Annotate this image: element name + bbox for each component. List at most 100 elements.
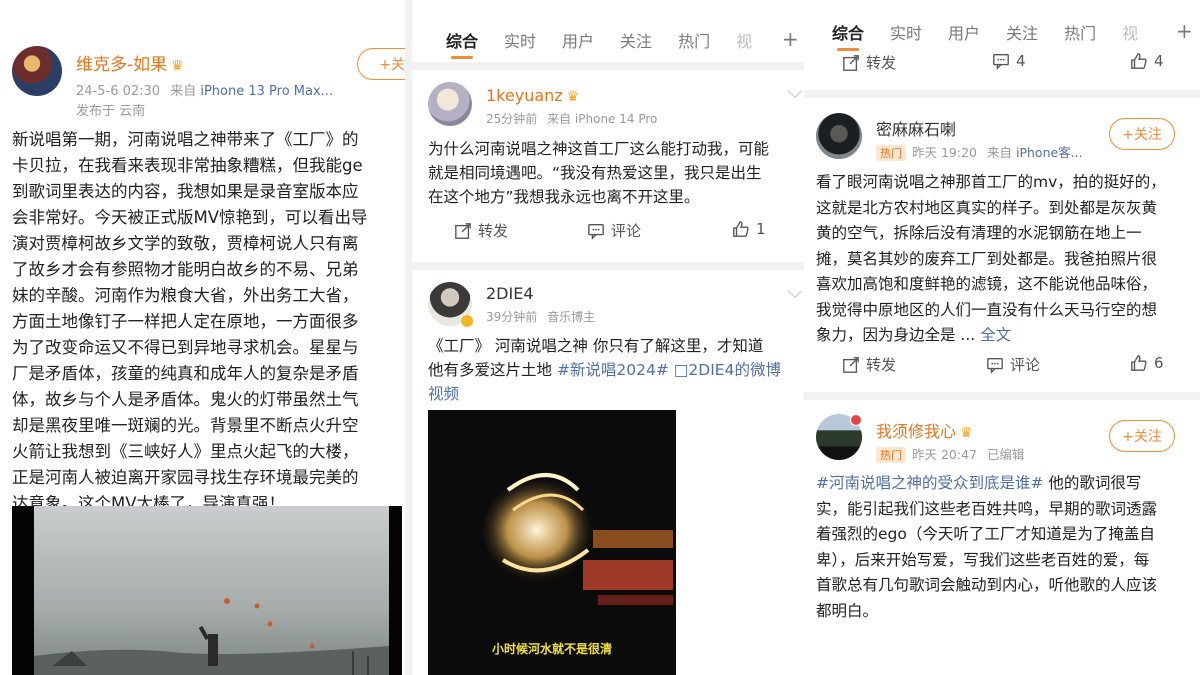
user-name[interactable]: 维克多-如果 ♛ xyxy=(76,50,184,75)
tab-users[interactable]: 用户 xyxy=(562,28,594,52)
follow-button[interactable]: +关注 xyxy=(1109,118,1175,150)
hot-badge: 热门 xyxy=(876,145,906,161)
post-meta: 24-5-6 02:30 来自 iPhone 13 Pro Max... xyxy=(76,80,333,99)
repost-button[interactable]: 转发 xyxy=(842,52,896,73)
tab-video[interactable]: 视 xyxy=(736,28,752,52)
like-count: 6 xyxy=(1154,354,1164,372)
post-line: 卡贝拉，在我看来表现非常抽象糟糕，但我能ge xyxy=(12,156,363,175)
user-role: 音乐博主 xyxy=(547,310,596,324)
user-name-text[interactable]: 我须修我心 xyxy=(876,422,956,441)
tab-following[interactable]: 关注 xyxy=(1006,20,1038,44)
add-tab-icon[interactable]: + xyxy=(782,27,799,51)
follow-button[interactable]: +关 xyxy=(357,48,405,80)
top-strip xyxy=(412,0,804,10)
user-name-text[interactable]: 密麻麻石喇 xyxy=(876,120,956,139)
comment-count: 4 xyxy=(1016,52,1026,70)
read-more-link[interactable]: 全文 xyxy=(980,326,1011,344)
post-line: 他有多爱这片土地 #新说唱2024# □2DIE4的微博 xyxy=(428,358,804,382)
tab-hot[interactable]: 热门 xyxy=(1064,20,1096,44)
repost-label: 转发 xyxy=(478,222,509,240)
hot-badge: 热门 xyxy=(876,447,906,463)
user-name[interactable]: 我须修我心 ♛ xyxy=(876,418,973,442)
user-name-text[interactable]: 维克多-如果 xyxy=(76,55,167,75)
repost-label: 转发 xyxy=(866,54,897,72)
notification-badge-icon xyxy=(850,414,862,426)
feed-tabs: 综合 实时 用户 关注 热门 视 xyxy=(804,12,1200,52)
crown-icon: ♛ xyxy=(171,58,184,74)
like-button[interactable]: 4 xyxy=(1130,52,1164,70)
post-time: 昨天 19:20 xyxy=(912,145,977,160)
video-link[interactable]: 视频 xyxy=(428,382,804,406)
like-button[interactable]: 6 xyxy=(1130,354,1164,372)
tab-hot[interactable]: 热门 xyxy=(678,28,710,52)
post-actions: 转发 4 4 xyxy=(804,52,1200,82)
post-line: 着强烈的ego（今天听了工厂才知道是为了掩盖自 xyxy=(816,525,1155,543)
chevron-down-icon[interactable] xyxy=(787,83,803,99)
post-body: 看了眼河南说唱之神那首工厂的mv，拍的挺好的， 这就是北方农村地区真实的样子。到… xyxy=(816,170,1200,349)
avatar[interactable] xyxy=(428,82,472,126)
post-body: #河南说唱之神的受众到底是谁# 他的歌词很写 实，能引起我们这些老百姓共鸣，早期… xyxy=(816,471,1200,624)
post-line: #河南说唱之神的受众到底是谁# 他的歌词很写 xyxy=(816,471,1200,497)
tab-all[interactable]: 综合 xyxy=(832,20,864,44)
post-actions: 转发 评论 1 xyxy=(412,220,804,250)
divider xyxy=(412,262,804,270)
user-name[interactable]: 1keyuanz ♛ xyxy=(486,86,579,105)
post-line: 象力，因为身边全是 ... 全文 xyxy=(816,323,1200,349)
right-feed-panel: 综合 实时 用户 关注 热门 视 + 转发 4 4 密麻麻石喇 热门 昨天 19:… xyxy=(804,0,1200,675)
post-line: 摊，莫名其妙的废弃工厂到处都是。我爸拍照片很 xyxy=(816,249,1158,268)
thumbs-up-icon xyxy=(1131,355,1147,371)
user-name[interactable]: 密麻麻石喇 xyxy=(876,116,956,140)
video-thumbnail[interactable]: 小时候河水就不是很清 xyxy=(428,410,676,675)
user-name-text[interactable]: 1keyuanz xyxy=(486,86,563,105)
post-line: 火箭让我想到《三峡好人》里点火起飞的大楼， xyxy=(12,442,359,461)
repost-button[interactable]: 转发 xyxy=(454,220,508,241)
tab-video[interactable]: 视 xyxy=(1122,20,1138,44)
post-line: 妹的辛酸。河南作为粮食大省，外出务工大省， xyxy=(12,286,359,305)
verified-badge-icon xyxy=(460,314,474,328)
post-line-text: 象力，因为身边全是 ... xyxy=(816,326,981,344)
post-line: 会非常好。今天被正式版MV惊艳到，可以看出导 xyxy=(12,208,368,227)
chevron-down-icon[interactable] xyxy=(787,283,803,299)
video-thumbnail[interactable] xyxy=(12,506,402,675)
post-meta: 热门 昨天 20:47 已编辑 xyxy=(876,444,1025,463)
post-time: 39分钟前 xyxy=(486,310,538,324)
comment-button[interactable]: 评论 xyxy=(587,220,641,241)
tab-following[interactable]: 关注 xyxy=(620,28,652,52)
like-button[interactable]: 1 xyxy=(732,220,766,238)
post-line: 为了改变命运又不得已到异地寻求机会。星星与 xyxy=(12,338,359,357)
post-line: 演对贾樟柯故乡文学的致敬，贾樟柯说人只有离 xyxy=(12,234,359,253)
edited-label: 已编辑 xyxy=(986,447,1025,462)
tab-realtime[interactable]: 实时 xyxy=(890,20,922,44)
tab-realtime[interactable]: 实时 xyxy=(504,28,536,52)
post-body: 《工厂》 河南说唱之神 你只有了解这里，才知道 他有多爱这片土地 #新说唱202… xyxy=(428,334,804,406)
middle-feed-panel: 综合 实时 用户 关注 热门 视 + 1keyuanz ♛ 25分钟前 来自 iP… xyxy=(412,0,804,675)
follow-button-label: +关 xyxy=(379,57,405,73)
comment-icon xyxy=(993,54,1009,70)
add-tab-icon[interactable]: + xyxy=(1176,19,1193,43)
device-link[interactable]: iPhone客... xyxy=(1016,145,1083,160)
post-meta: 25分钟前 来自 iPhone 14 Pro xyxy=(486,110,657,127)
user-name[interactable]: 2DIE4 xyxy=(486,284,534,303)
comment-button[interactable]: 4 xyxy=(992,52,1026,70)
post-line: 体，故乡与个人是矛盾体。鬼火的灯带虽然土气 xyxy=(12,390,359,409)
source-prefix: 来自 xyxy=(170,84,197,99)
tab-all[interactable]: 综合 xyxy=(446,28,478,52)
post-time: 24-5-6 02:30 xyxy=(76,84,161,99)
tab-users[interactable]: 用户 xyxy=(948,20,980,44)
post-line-text: 他的歌词很写 xyxy=(1043,474,1142,492)
repost-button[interactable]: 转发 xyxy=(842,354,896,375)
avatar[interactable] xyxy=(12,46,62,96)
device-link[interactable]: iPhone 13 Pro Max... xyxy=(200,84,333,99)
hashtag-link[interactable]: #新说唱2024# □2DIE4的微博 xyxy=(557,361,781,379)
like-count: 1 xyxy=(756,220,766,238)
crown-icon: ♛ xyxy=(960,425,973,441)
video-still-image xyxy=(12,506,402,675)
post-line: 在这个地方”我想我永远也离不开这里。 xyxy=(428,188,700,206)
hashtag-link[interactable]: #河南说唱之神的受众到底是谁# xyxy=(816,474,1043,492)
avatar[interactable] xyxy=(816,113,862,159)
user-name-text[interactable]: 2DIE4 xyxy=(486,284,534,303)
post-body: 为什么河南说唱之神这首工厂这么能打动我，可能 就是相同境遇吧。“我没有热爱这里，… xyxy=(428,137,800,209)
post-line: 首歌总有几句歌词会触动到内心，听他歌的人应该 xyxy=(816,576,1158,594)
comment-button[interactable]: 评论 xyxy=(986,354,1040,375)
follow-button[interactable]: +关注 xyxy=(1109,420,1175,452)
